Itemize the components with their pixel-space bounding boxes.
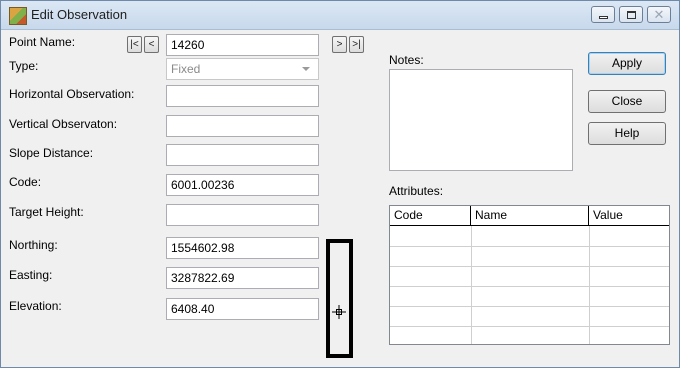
close-icon: ✕ xyxy=(653,7,665,22)
target-height-label: Target Height: xyxy=(9,205,84,219)
type-value: Fixed xyxy=(171,62,201,76)
pick-button-highlight xyxy=(326,239,353,358)
northing-label: Northing: xyxy=(9,238,58,252)
target-height-input[interactable] xyxy=(166,204,319,226)
point-name-label: Point Name: xyxy=(9,35,76,49)
type-label: Type: xyxy=(9,59,39,73)
notes-label: Notes: xyxy=(389,53,424,67)
vertical-observation-label: Vertical Observaton: xyxy=(9,117,118,131)
code-input[interactable]: 6001.00236 xyxy=(166,174,319,196)
notes-textarea[interactable] xyxy=(389,69,573,171)
slope-distance-input[interactable] xyxy=(166,144,319,166)
table-row[interactable] xyxy=(390,226,669,247)
next-point-button[interactable]: > xyxy=(332,36,347,53)
edit-observation-dialog: Edit Observation ✕ Point Name: |< < 1426… xyxy=(0,0,680,368)
column-header-code[interactable]: Code xyxy=(390,206,471,225)
close-button[interactable]: Close xyxy=(588,90,666,113)
chevron-down-icon xyxy=(302,67,310,71)
easting-label: Easting: xyxy=(9,268,53,282)
northing-input[interactable]: 1554602.98 xyxy=(166,237,319,259)
code-label: Code: xyxy=(9,175,42,189)
title-bar[interactable]: Edit Observation ✕ xyxy=(1,1,679,30)
elevation-label: Elevation: xyxy=(9,299,62,313)
type-select: Fixed xyxy=(166,58,319,80)
first-point-button[interactable]: |< xyxy=(127,36,142,53)
table-row[interactable] xyxy=(390,306,669,327)
edit-observation-icon xyxy=(9,7,27,25)
minimize-icon xyxy=(592,7,614,22)
vertical-observation-input[interactable] xyxy=(166,115,319,137)
horizontal-observation-label: Horizontal Observation: xyxy=(9,87,135,101)
elevation-input[interactable]: 6408.40 xyxy=(166,298,319,320)
column-header-name[interactable]: Name xyxy=(471,206,589,225)
attributes-label: Attributes: xyxy=(389,184,444,198)
previous-point-button[interactable]: < xyxy=(144,36,159,53)
point-name-input[interactable]: 14260 xyxy=(166,34,319,56)
last-point-button[interactable]: >| xyxy=(349,36,364,53)
close-window-button[interactable]: ✕ xyxy=(647,6,671,23)
minimize-button[interactable] xyxy=(591,6,615,23)
apply-button[interactable]: Apply xyxy=(588,52,666,75)
window-title: Edit Observation xyxy=(31,7,128,22)
crosshair-pick-icon[interactable] xyxy=(332,305,346,319)
maximize-button[interactable] xyxy=(619,6,643,23)
easting-input[interactable]: 3287822.69 xyxy=(166,267,319,289)
column-header-value[interactable]: Value xyxy=(589,206,669,225)
maximize-icon xyxy=(620,7,642,22)
horizontal-observation-input[interactable] xyxy=(166,85,319,107)
table-row[interactable] xyxy=(390,326,669,344)
attributes-table-header: Code Name Value xyxy=(390,206,669,226)
slope-distance-label: Slope Distance: xyxy=(9,146,94,160)
attributes-table[interactable]: Code Name Value xyxy=(389,205,670,345)
table-row[interactable] xyxy=(390,246,669,267)
table-row[interactable] xyxy=(390,286,669,307)
help-button[interactable]: Help xyxy=(588,122,666,145)
table-row[interactable] xyxy=(390,266,669,287)
